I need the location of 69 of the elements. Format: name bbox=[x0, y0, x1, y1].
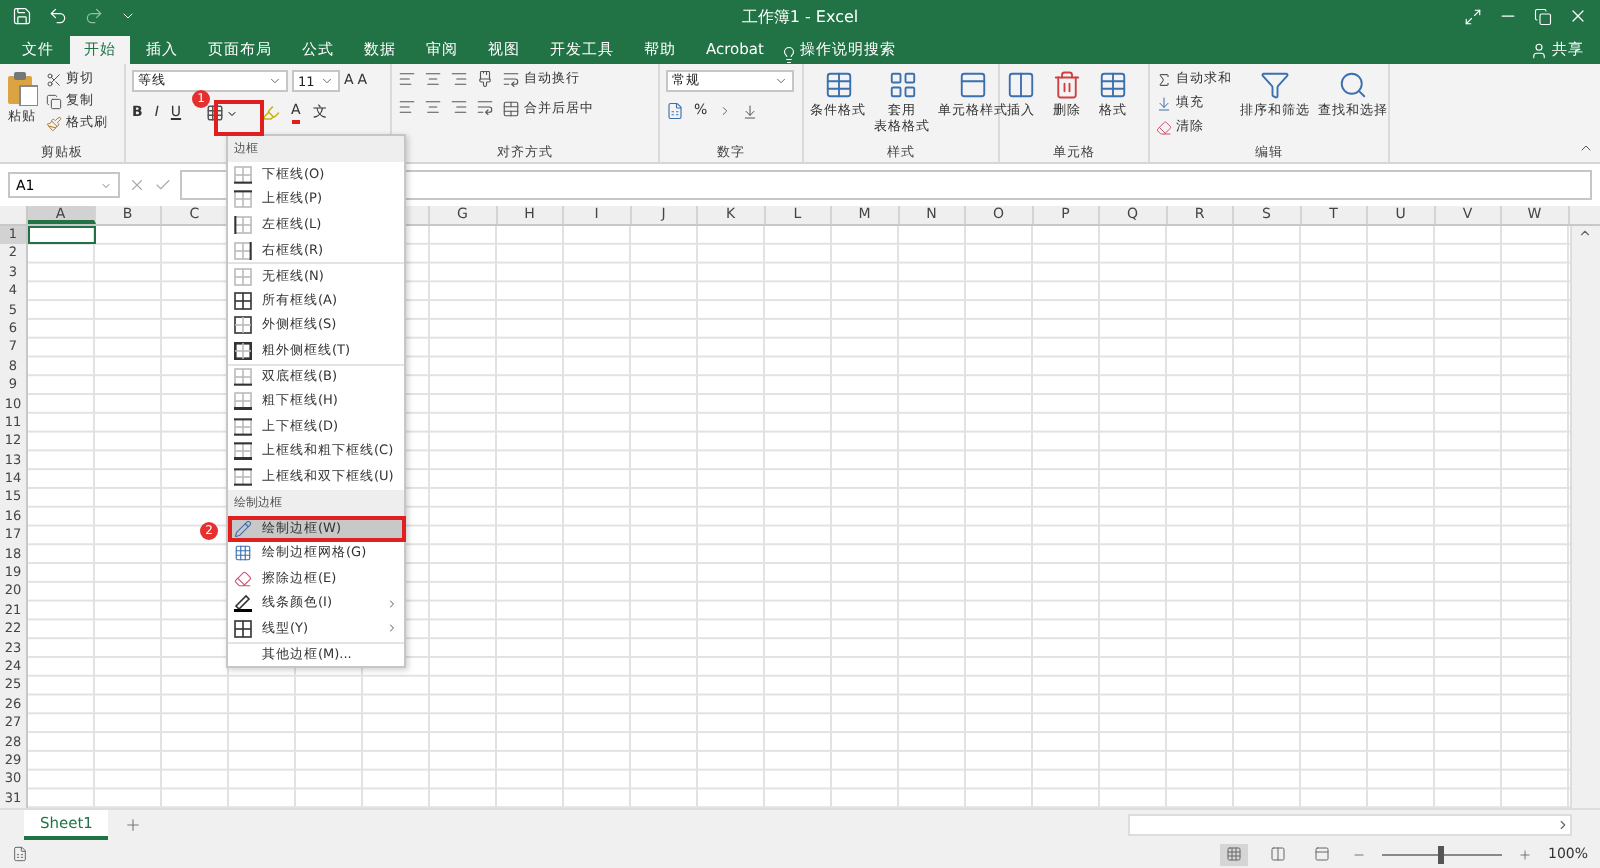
border-icon bbox=[234, 341, 252, 360]
cancel-icon[interactable] bbox=[128, 176, 146, 194]
caret-icon bbox=[774, 74, 788, 88]
undo-icon[interactable] bbox=[48, 6, 68, 26]
collapse-ribbon-icon[interactable] bbox=[1578, 140, 1594, 156]
clipboard-icon bbox=[6, 70, 38, 106]
zoom-thumb[interactable] bbox=[1438, 845, 1445, 863]
caret-icon bbox=[268, 74, 282, 88]
border-icon bbox=[234, 442, 252, 461]
sigma-icon bbox=[1156, 71, 1172, 87]
annotation-frame bbox=[214, 100, 264, 136]
align-right-icon[interactable] bbox=[450, 98, 468, 116]
table-grid-icon bbox=[887, 70, 917, 100]
scissors-icon bbox=[46, 71, 62, 87]
scroll-right-icon[interactable] bbox=[1556, 818, 1570, 832]
border-icon bbox=[234, 368, 252, 387]
fill-color-icon[interactable] bbox=[261, 104, 280, 122]
redo-icon[interactable] bbox=[84, 6, 104, 26]
border-icon bbox=[234, 316, 252, 335]
caret-icon bbox=[100, 179, 112, 191]
border-icon bbox=[234, 165, 252, 184]
table-icon bbox=[1098, 70, 1128, 100]
paintbrush-icon bbox=[46, 115, 62, 131]
border-icon bbox=[234, 619, 252, 638]
table-icon bbox=[823, 70, 853, 100]
line-color-icon bbox=[234, 594, 252, 613]
border-icon bbox=[234, 467, 252, 486]
selected-cell[interactable] bbox=[28, 226, 95, 245]
eraser-icon bbox=[1156, 119, 1172, 135]
border-icon bbox=[234, 190, 252, 209]
caret-icon[interactable] bbox=[225, 107, 238, 119]
border-icon bbox=[234, 417, 252, 436]
scroll-up-icon[interactable] bbox=[1578, 226, 1593, 240]
borders-icon[interactable] bbox=[205, 104, 224, 122]
border-icon bbox=[234, 392, 252, 411]
border-icon bbox=[234, 267, 252, 286]
window-title: 工作簿1 - Excel bbox=[739, 5, 861, 27]
pencil-grid-icon bbox=[234, 544, 252, 563]
copy-icon bbox=[46, 93, 62, 109]
filter-icon bbox=[1260, 70, 1290, 100]
restore-icon[interactable] bbox=[1534, 7, 1552, 25]
align-left-icon[interactable] bbox=[398, 98, 416, 116]
arrow-down-icon bbox=[1156, 95, 1172, 111]
add-sheet-icon[interactable] bbox=[124, 816, 143, 834]
enter-icon[interactable] bbox=[154, 176, 172, 194]
align-top-icon[interactable] bbox=[398, 70, 416, 88]
trash-icon bbox=[1052, 70, 1082, 100]
caret-icon bbox=[320, 74, 334, 88]
align-center-icon[interactable] bbox=[424, 98, 442, 116]
customize-icon[interactable] bbox=[120, 8, 136, 24]
view-button[interactable] bbox=[1219, 843, 1248, 865]
border-icon bbox=[234, 215, 252, 234]
search-icon bbox=[1338, 70, 1368, 100]
merge-cells-icon bbox=[502, 100, 520, 118]
align-middle-icon[interactable] bbox=[424, 70, 442, 88]
save-icon[interactable] bbox=[12, 6, 32, 26]
view-icon bbox=[1269, 846, 1286, 862]
person-icon bbox=[1530, 41, 1548, 59]
align-bottom-icon[interactable] bbox=[450, 70, 468, 88]
close-icon[interactable] bbox=[1568, 6, 1588, 26]
view-icon bbox=[1225, 846, 1242, 862]
wrap-text-icon bbox=[502, 70, 520, 88]
eraser-icon bbox=[234, 569, 252, 588]
pencil-icon bbox=[234, 519, 252, 538]
cell-style-icon bbox=[958, 70, 988, 100]
insert-cells-icon bbox=[1006, 70, 1036, 100]
border-icon bbox=[234, 241, 252, 260]
view-icon bbox=[1313, 846, 1330, 862]
border-icon bbox=[234, 291, 252, 310]
